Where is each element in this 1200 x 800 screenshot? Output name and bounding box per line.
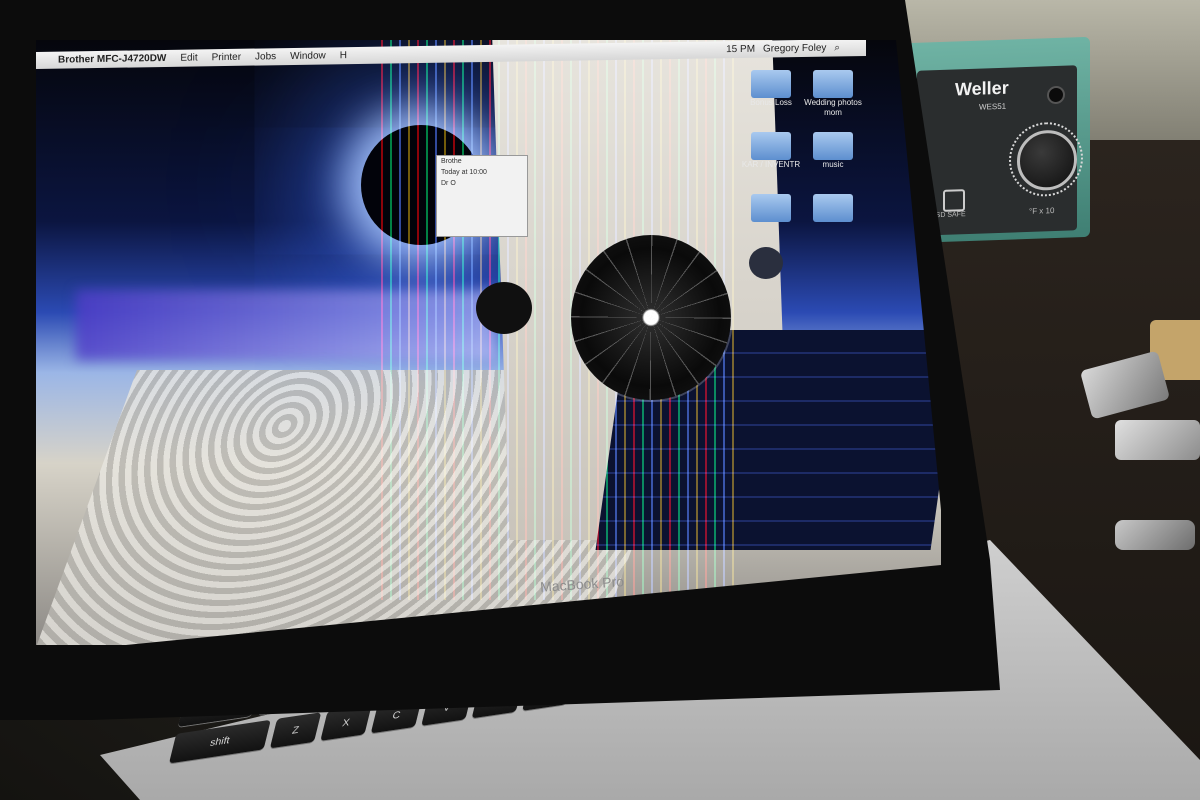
folder-icon: [813, 194, 853, 222]
clock[interactable]: 15 PM: [726, 44, 755, 55]
folder-icon: [813, 132, 853, 160]
dialog-line: Today at 10:00: [441, 169, 487, 176]
dead-pixel-blob: [749, 247, 783, 279]
desktop-folder[interactable]: [803, 194, 863, 222]
folder-icon: [813, 70, 853, 98]
temp-unit-label: °F x 10: [1029, 206, 1055, 216]
menu-item-edit[interactable]: Edit: [180, 52, 197, 63]
folder-label: KAR / INVENTR: [741, 160, 801, 169]
folder-label: Wedding photos mom: [804, 98, 862, 117]
dialog-line: Brothe: [441, 158, 462, 165]
power-led: [1047, 85, 1065, 105]
cracked-screen: Brothe Today at 10:00 Dr O Bonus Loss We…: [36, 40, 941, 645]
spotlight-search-icon[interactable]: ⌕: [834, 42, 840, 53]
desktop-folder[interactable]: Wedding photos mom: [803, 70, 863, 118]
laptop-lid: Brothe Today at 10:00 Dr O Bonus Loss We…: [0, 0, 1000, 720]
key[interactable]: Z: [269, 712, 322, 749]
folder-icon: [751, 132, 791, 160]
menu-extras: 15 PM Gregory Foley ⌕: [726, 40, 848, 58]
esd-icon: [943, 189, 965, 212]
clamp-part: [1079, 350, 1171, 420]
impact-crack: [571, 235, 731, 400]
desktop-folder[interactable]: music: [803, 132, 863, 170]
key[interactable]: shift: [168, 719, 271, 764]
dialog-line: Dr O: [441, 180, 456, 187]
desktop-folder[interactable]: [741, 194, 801, 222]
desktop-folder[interactable]: KAR / INVENTR: [741, 132, 801, 170]
station-brand: Weller: [955, 77, 1009, 100]
station-model: WES51: [979, 101, 1007, 112]
folder-label: Bonus Loss: [750, 98, 792, 107]
folder-icon: [751, 194, 791, 222]
dead-pixel-blob: [476, 282, 532, 334]
station-face: Weller WES51 ESD SAFE °F x 10: [917, 65, 1083, 236]
app-menu[interactable]: Brother MFC-J4720DW: [58, 53, 166, 66]
menu-item-printer[interactable]: Printer: [212, 52, 241, 63]
desktop-folder[interactable]: Bonus Loss: [741, 70, 801, 108]
menu-item-window[interactable]: Window: [290, 50, 326, 62]
folder-icon: [751, 70, 791, 98]
menu-item-help[interactable]: H: [340, 50, 347, 61]
print-dialog[interactable]: Brothe Today at 10:00 Dr O: [436, 155, 528, 237]
menu-item-jobs[interactable]: Jobs: [255, 51, 276, 62]
user-menu[interactable]: Gregory Foley: [763, 43, 826, 55]
folder-label: music: [822, 160, 844, 169]
